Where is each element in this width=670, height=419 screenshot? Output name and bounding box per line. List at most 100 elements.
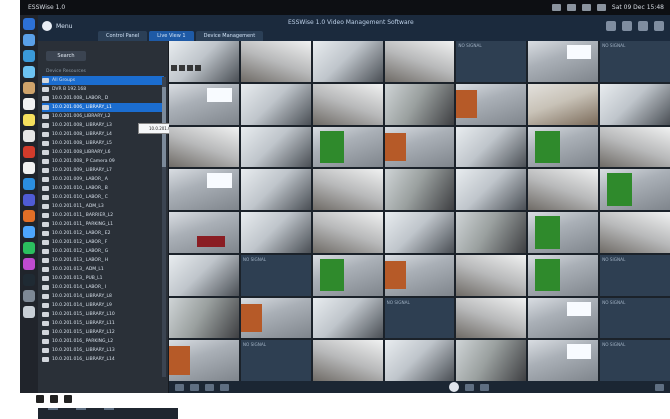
video-tile-offline[interactable]: NO SIGNAL bbox=[240, 340, 311, 381]
video-tile[interactable] bbox=[312, 340, 383, 381]
camera-list-item[interactable]: 10.0.201.016_ LIBRARY_L13 bbox=[42, 346, 164, 355]
photos-icon[interactable] bbox=[23, 258, 35, 270]
camera-list-item[interactable]: 10.0.201.009_ LABOR_ A bbox=[42, 175, 164, 184]
video-tile[interactable] bbox=[456, 297, 527, 339]
video-tile-offline[interactable]: NO SIGNAL bbox=[600, 340, 670, 381]
camera-list-item[interactable]: 10.0.201.011_ PARKING_L1 bbox=[42, 220, 164, 229]
video-tile[interactable] bbox=[384, 254, 455, 296]
reminders-icon[interactable] bbox=[23, 130, 35, 142]
camera-list-item[interactable]: 10.0.201.014_ LIBRARY_L9 bbox=[42, 301, 164, 310]
camera-list-item[interactable]: 10.0.201.010_ LABOR_ B bbox=[42, 184, 164, 193]
camera-list-item[interactable]: 10.0.201.011_ ADM_L3 bbox=[42, 202, 164, 211]
whatsapp-icon[interactable] bbox=[23, 242, 35, 254]
camera-list-item[interactable]: 10.0.201.011_ BARRIER_L2 bbox=[42, 211, 164, 220]
camera-list-item[interactable]: 10.0.201.008_ LABOR_ D bbox=[42, 94, 164, 103]
slack-icon[interactable] bbox=[23, 210, 35, 222]
tree-subgroup[interactable]: DVR B 192.168 bbox=[42, 85, 164, 94]
camera-list-item[interactable]: 10.0.201.015_ LIBRARY_L12 bbox=[42, 328, 164, 337]
camera-list-item[interactable]: 10.0.201.012_ LABOR_ F bbox=[42, 238, 164, 247]
camera-list-item[interactable]: 10.0.201.010_ LABOR_ C bbox=[42, 193, 164, 202]
desktop-icon-1[interactable] bbox=[36, 395, 44, 403]
layout-3x3-icon[interactable] bbox=[205, 383, 214, 391]
video-tile-offline[interactable]: NO SIGNAL bbox=[384, 297, 455, 339]
desktop-icon-2[interactable] bbox=[50, 395, 58, 403]
layout-2x2-icon[interactable] bbox=[190, 383, 199, 391]
camera-list-item[interactable]: 10.0.201.006_ LIBRARY_L1 bbox=[42, 103, 164, 112]
camera-list-item[interactable]: 10.0.201.014_ LIBRARY_L8 bbox=[42, 292, 164, 301]
camera-list-item[interactable]: 10.0.201.015_ LIBRARY_L10 bbox=[42, 310, 164, 319]
video-tile[interactable] bbox=[169, 126, 239, 168]
camera-list-item[interactable]: 10.0.201.012_ LABOR_ G bbox=[42, 247, 164, 256]
camera-list-item[interactable]: 10.0.201.006_LIBRARY_L2 bbox=[42, 112, 164, 121]
video-tile[interactable] bbox=[384, 126, 455, 168]
video-tile[interactable] bbox=[169, 254, 239, 296]
layout-1x1-icon[interactable] bbox=[175, 383, 184, 391]
system-preferences-icon[interactable] bbox=[23, 290, 35, 302]
video-tile[interactable] bbox=[528, 340, 599, 381]
video-tile[interactable] bbox=[312, 254, 383, 296]
video-tile[interactable] bbox=[169, 83, 239, 125]
camera-list-item[interactable]: 10.0.201.016_ PARKING_L2 bbox=[42, 337, 164, 346]
video-tile[interactable] bbox=[384, 340, 455, 381]
close-icon[interactable] bbox=[654, 21, 664, 31]
video-tile[interactable] bbox=[456, 169, 527, 210]
minimize-icon[interactable] bbox=[638, 21, 648, 31]
launchpad-icon[interactable] bbox=[23, 34, 35, 46]
filezilla-icon[interactable] bbox=[23, 146, 35, 158]
camera-list-item[interactable]: 10.0.201.014_ LABOR_ I bbox=[42, 283, 164, 292]
terminal-icon[interactable] bbox=[23, 274, 35, 286]
tab-live-view-1[interactable]: Live View 1 bbox=[149, 31, 194, 41]
record-button[interactable] bbox=[449, 382, 459, 392]
video-tile[interactable] bbox=[312, 297, 383, 339]
settings-icon[interactable] bbox=[622, 21, 632, 31]
layout-icon[interactable] bbox=[606, 21, 616, 31]
video-tile[interactable] bbox=[169, 169, 239, 210]
chrome-icon[interactable] bbox=[23, 162, 35, 174]
camera-list-item[interactable]: 10.0.201.012_ LABOR_ E2 bbox=[42, 229, 164, 238]
video-tile[interactable] bbox=[384, 41, 455, 82]
bluetooth-icon[interactable] bbox=[581, 4, 591, 11]
calendar-icon[interactable] bbox=[23, 98, 35, 110]
search-button[interactable]: Search bbox=[46, 51, 86, 61]
video-tile[interactable] bbox=[528, 83, 599, 125]
video-tile-offline[interactable]: NO SIGNAL bbox=[600, 254, 670, 296]
video-tile[interactable] bbox=[456, 340, 527, 381]
next-page-icon[interactable] bbox=[480, 383, 489, 391]
tree-root-group[interactable]: All Groups bbox=[42, 76, 164, 85]
vscode-icon[interactable] bbox=[23, 178, 35, 190]
video-tile[interactable] bbox=[384, 169, 455, 210]
finder-icon[interactable] bbox=[23, 18, 35, 30]
video-tile[interactable] bbox=[528, 41, 599, 82]
messages-icon[interactable] bbox=[23, 226, 35, 238]
app-logo-icon[interactable] bbox=[42, 21, 52, 31]
trash-icon[interactable] bbox=[23, 306, 35, 318]
video-tile[interactable] bbox=[312, 212, 383, 253]
expand-icon[interactable] bbox=[655, 383, 664, 391]
video-tile[interactable] bbox=[528, 254, 599, 296]
sidebar-scrollbar[interactable] bbox=[162, 77, 166, 377]
camera-list-item[interactable]: 10.0.201.016_ LIBRARY_L14 bbox=[42, 355, 164, 364]
safari-icon[interactable] bbox=[23, 50, 35, 62]
video-tile[interactable] bbox=[456, 83, 527, 125]
video-tile[interactable] bbox=[456, 212, 527, 253]
video-tile-offline[interactable]: NO SIGNAL bbox=[240, 254, 311, 296]
video-tile[interactable] bbox=[240, 169, 311, 210]
teams-icon[interactable] bbox=[23, 194, 35, 206]
video-tile[interactable] bbox=[528, 297, 599, 339]
wifi-icon[interactable] bbox=[551, 4, 561, 11]
tab-control-panel[interactable]: Control Panel bbox=[98, 31, 148, 41]
video-tile-offline[interactable]: NO SIGNAL bbox=[600, 41, 670, 82]
camera-list-item[interactable]: 10.0.201.013_ LABOR_ H bbox=[42, 256, 164, 265]
camera-list-item[interactable]: 10.0.201.008_ LIBRARY_L5 bbox=[42, 139, 164, 148]
video-tile[interactable] bbox=[456, 254, 527, 296]
close-icon[interactable] bbox=[195, 65, 201, 71]
camera-list-item[interactable]: 10.0.201.008_ P Camera 09 bbox=[42, 157, 164, 166]
video-tile[interactable] bbox=[240, 126, 311, 168]
video-tile-offline[interactable]: NO SIGNAL bbox=[600, 297, 670, 339]
contacts-icon[interactable] bbox=[23, 82, 35, 94]
tab-device-management[interactable]: Device Management bbox=[195, 31, 264, 41]
video-tile[interactable] bbox=[240, 41, 311, 82]
battery-icon[interactable] bbox=[566, 4, 576, 11]
desktop-icon-3[interactable] bbox=[64, 395, 72, 403]
video-tile[interactable] bbox=[169, 41, 239, 82]
